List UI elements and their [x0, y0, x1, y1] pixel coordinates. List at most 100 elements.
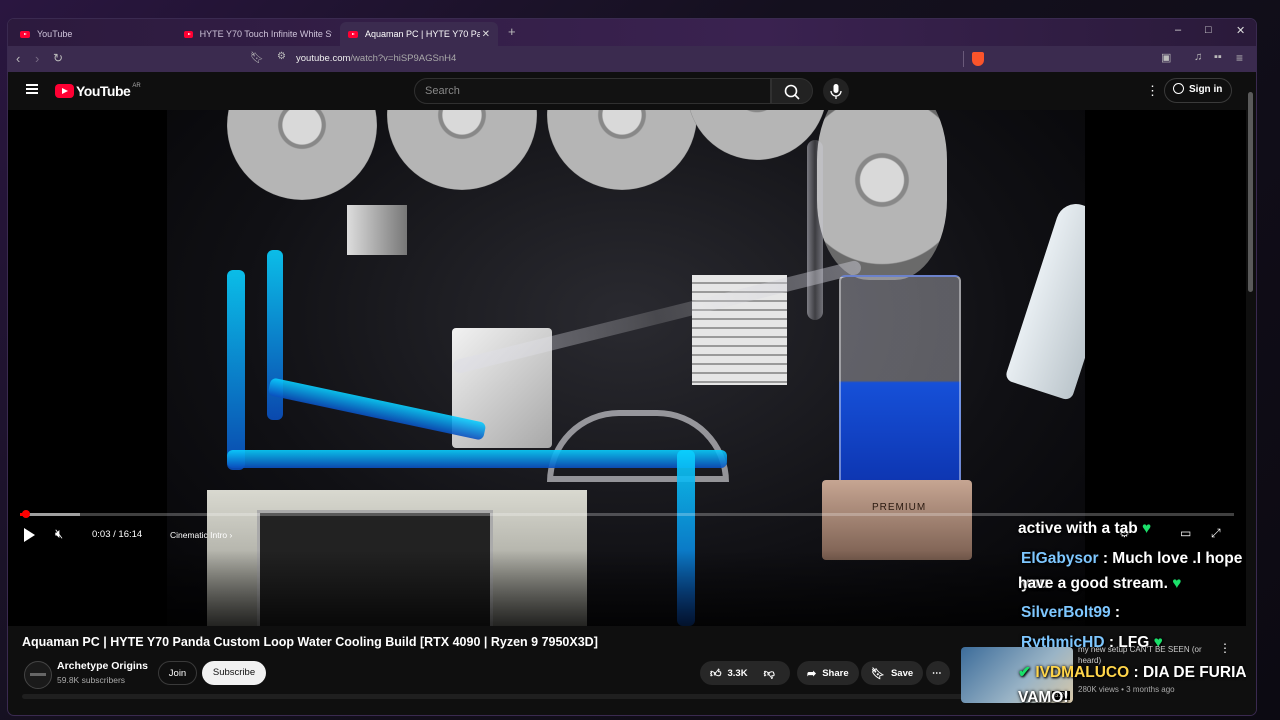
- site-settings-icon[interactable]: ⚙︎: [277, 51, 286, 62]
- tab-hyte-y70[interactable]: HYTE Y70 Touch Infinite White Step-U: [176, 22, 340, 46]
- search-icon: [784, 84, 800, 100]
- extensions-icon[interactable]: ▪▪: [1214, 51, 1222, 63]
- fan-graphic: [817, 110, 947, 280]
- chat-message: have a good stream.: [1018, 575, 1168, 592]
- hamburger-menu-icon[interactable]: [26, 84, 38, 94]
- fan-graphic: [387, 110, 537, 190]
- time-display: 0:03 / 16:14: [92, 529, 143, 540]
- url-path: /watch?v=hiSP9AGSnH4: [350, 53, 457, 64]
- more-actions-button[interactable]: ⋯: [926, 661, 950, 685]
- tab-youtube[interactable]: YouTube: [12, 22, 176, 46]
- fullscreen-icon[interactable]: ⤢: [1211, 526, 1221, 541]
- logo-text: YouTube: [76, 83, 131, 99]
- chat-line: SilverBolt99 :: [1021, 600, 1120, 625]
- chat-username: ElGabysor: [1021, 550, 1099, 567]
- tab-bar: YouTube HYTE Y70 Touch Infinite White St…: [8, 19, 1256, 46]
- video-frame: PREMIUM: [167, 110, 1085, 626]
- search-input[interactable]: Search: [414, 78, 771, 104]
- youtube-logo[interactable]: YouTube AR: [55, 83, 141, 99]
- recommended-meta: 280K views • 3 months ago: [1078, 685, 1175, 694]
- voice-search-button[interactable]: [823, 78, 849, 104]
- close-tab-icon[interactable]: ✕: [482, 29, 490, 40]
- bookmark-icon[interactable]: 🔖︎: [250, 51, 264, 64]
- theater-mode-icon[interactable]: ▭: [1180, 526, 1191, 540]
- recommendation-menu-icon[interactable]: ⋮: [1219, 641, 1231, 655]
- chat-line: ✔ IVDMALUCO : DIA DE FURIA: [1018, 660, 1247, 685]
- youtube-favicon-icon: [184, 30, 193, 38]
- chapter-button[interactable]: Cinematic Intro ›: [170, 530, 232, 540]
- like-count[interactable]: 3.3K: [728, 668, 748, 679]
- back-icon[interactable]: ‹: [16, 51, 20, 66]
- divider: [963, 51, 964, 67]
- minimize-button[interactable]: –: [1175, 24, 1181, 36]
- play-icon[interactable]: [24, 528, 35, 542]
- address-bar: ‹ › ↻ 🔖︎ ⚙︎ youtube.com/watch?v=hiSP9AGS…: [8, 46, 1256, 72]
- blue-coolant-tube: [227, 450, 727, 468]
- video-title: Aquaman PC | HYTE Y70 Panda Custom Loop …: [22, 635, 598, 649]
- chat-message: active with a tab: [1018, 520, 1138, 537]
- search-button[interactable]: [771, 78, 813, 104]
- chat-line: have a good stream. ♥: [1018, 571, 1181, 596]
- scrubber-handle[interactable]: [22, 510, 30, 518]
- youtube-favicon-icon: [348, 30, 358, 38]
- clear-tube: [451, 259, 863, 375]
- scrollbar-thumb[interactable]: [1248, 92, 1253, 292]
- maximize-button[interactable]: □: [1205, 24, 1212, 36]
- new-tab-button[interactable]: +: [508, 24, 516, 39]
- youtube-favicon-icon: [20, 30, 30, 38]
- microphone-icon: [830, 84, 842, 99]
- brave-shield-icon[interactable]: [972, 52, 984, 66]
- wallet-icon[interactable]: ▣: [1161, 51, 1171, 64]
- music-icon[interactable]: ♫: [1194, 51, 1202, 63]
- fan-graphic: [547, 110, 697, 190]
- chat-username: SilverBolt99: [1021, 604, 1111, 621]
- reservoir-label: PREMIUM: [872, 502, 927, 513]
- save-playlist-icon: 🔖︎: [871, 667, 885, 680]
- join-button[interactable]: Join: [158, 661, 197, 685]
- muted-volume-icon[interactable]: 🔇︎: [55, 526, 63, 542]
- share-button[interactable]: ➦ Share: [797, 661, 859, 685]
- close-window-button[interactable]: ✕: [1236, 24, 1245, 37]
- chat-message: :: [1110, 604, 1121, 621]
- fan-graphic: [227, 110, 377, 200]
- share-icon: ➦: [807, 667, 817, 680]
- channel-avatar[interactable]: [24, 661, 52, 689]
- verified-check-icon: ✔: [1018, 664, 1031, 681]
- subscribe-button[interactable]: Subscribe: [202, 661, 266, 685]
- menu-icon[interactable]: ≡: [1236, 51, 1243, 65]
- tab-title: HYTE Y70 Touch Infinite White Step-U: [199, 29, 332, 39]
- like-icon[interactable]: 👍︎: [710, 667, 722, 680]
- forward-icon[interactable]: ›: [35, 51, 39, 66]
- tab-title: Aquaman PC | HYTE Y70 Panda C: [365, 29, 480, 39]
- url-field[interactable]: youtube.com/watch?v=hiSP9AGSnH4: [296, 53, 456, 64]
- coolant-bottle: [1004, 198, 1085, 402]
- url-host: youtube.com: [296, 53, 351, 64]
- save-label: Save: [890, 667, 914, 679]
- cable-comb: [347, 205, 407, 255]
- chat-message: : DIA DE FURIA: [1129, 664, 1247, 681]
- browser-window: YouTube HYTE Y70 Touch Infinite White St…: [8, 19, 1256, 715]
- country-code: AR: [132, 83, 141, 89]
- pump-base: [822, 480, 972, 560]
- chapter-title: Cinematic Intro: [170, 530, 228, 540]
- youtube-header: YouTube AR Search ⋮ Sign in: [8, 72, 1256, 109]
- save-button[interactable]: 🔖︎ Save: [861, 661, 924, 685]
- channel-name[interactable]: Archetype Origins: [57, 660, 148, 672]
- subscriber-count: 59.8K subscribers: [57, 675, 126, 685]
- youtube-play-icon: [55, 84, 74, 98]
- fan-graphic: [687, 110, 827, 160]
- person-icon: [1173, 83, 1184, 94]
- reservoir: [839, 275, 961, 509]
- clear-tube: [807, 140, 823, 320]
- tab-aquaman-pc[interactable]: Aquaman PC | HYTE Y70 Panda C ✕: [340, 22, 498, 46]
- dislike-icon[interactable]: 👎︎: [764, 667, 775, 680]
- green-heart-icon: ♥: [1172, 575, 1182, 592]
- settings-kebab-icon[interactable]: ⋮: [1146, 83, 1159, 99]
- chat-line: active with a tab ♥: [1018, 516, 1151, 541]
- page-scrollbar[interactable]: [1246, 72, 1256, 715]
- reload-icon[interactable]: ↻: [53, 51, 63, 65]
- clear-tube: [547, 410, 729, 482]
- sign-in-button[interactable]: Sign in: [1164, 78, 1233, 103]
- share-label: Share: [822, 667, 849, 679]
- more-horizontal-icon: ⋯: [932, 667, 942, 679]
